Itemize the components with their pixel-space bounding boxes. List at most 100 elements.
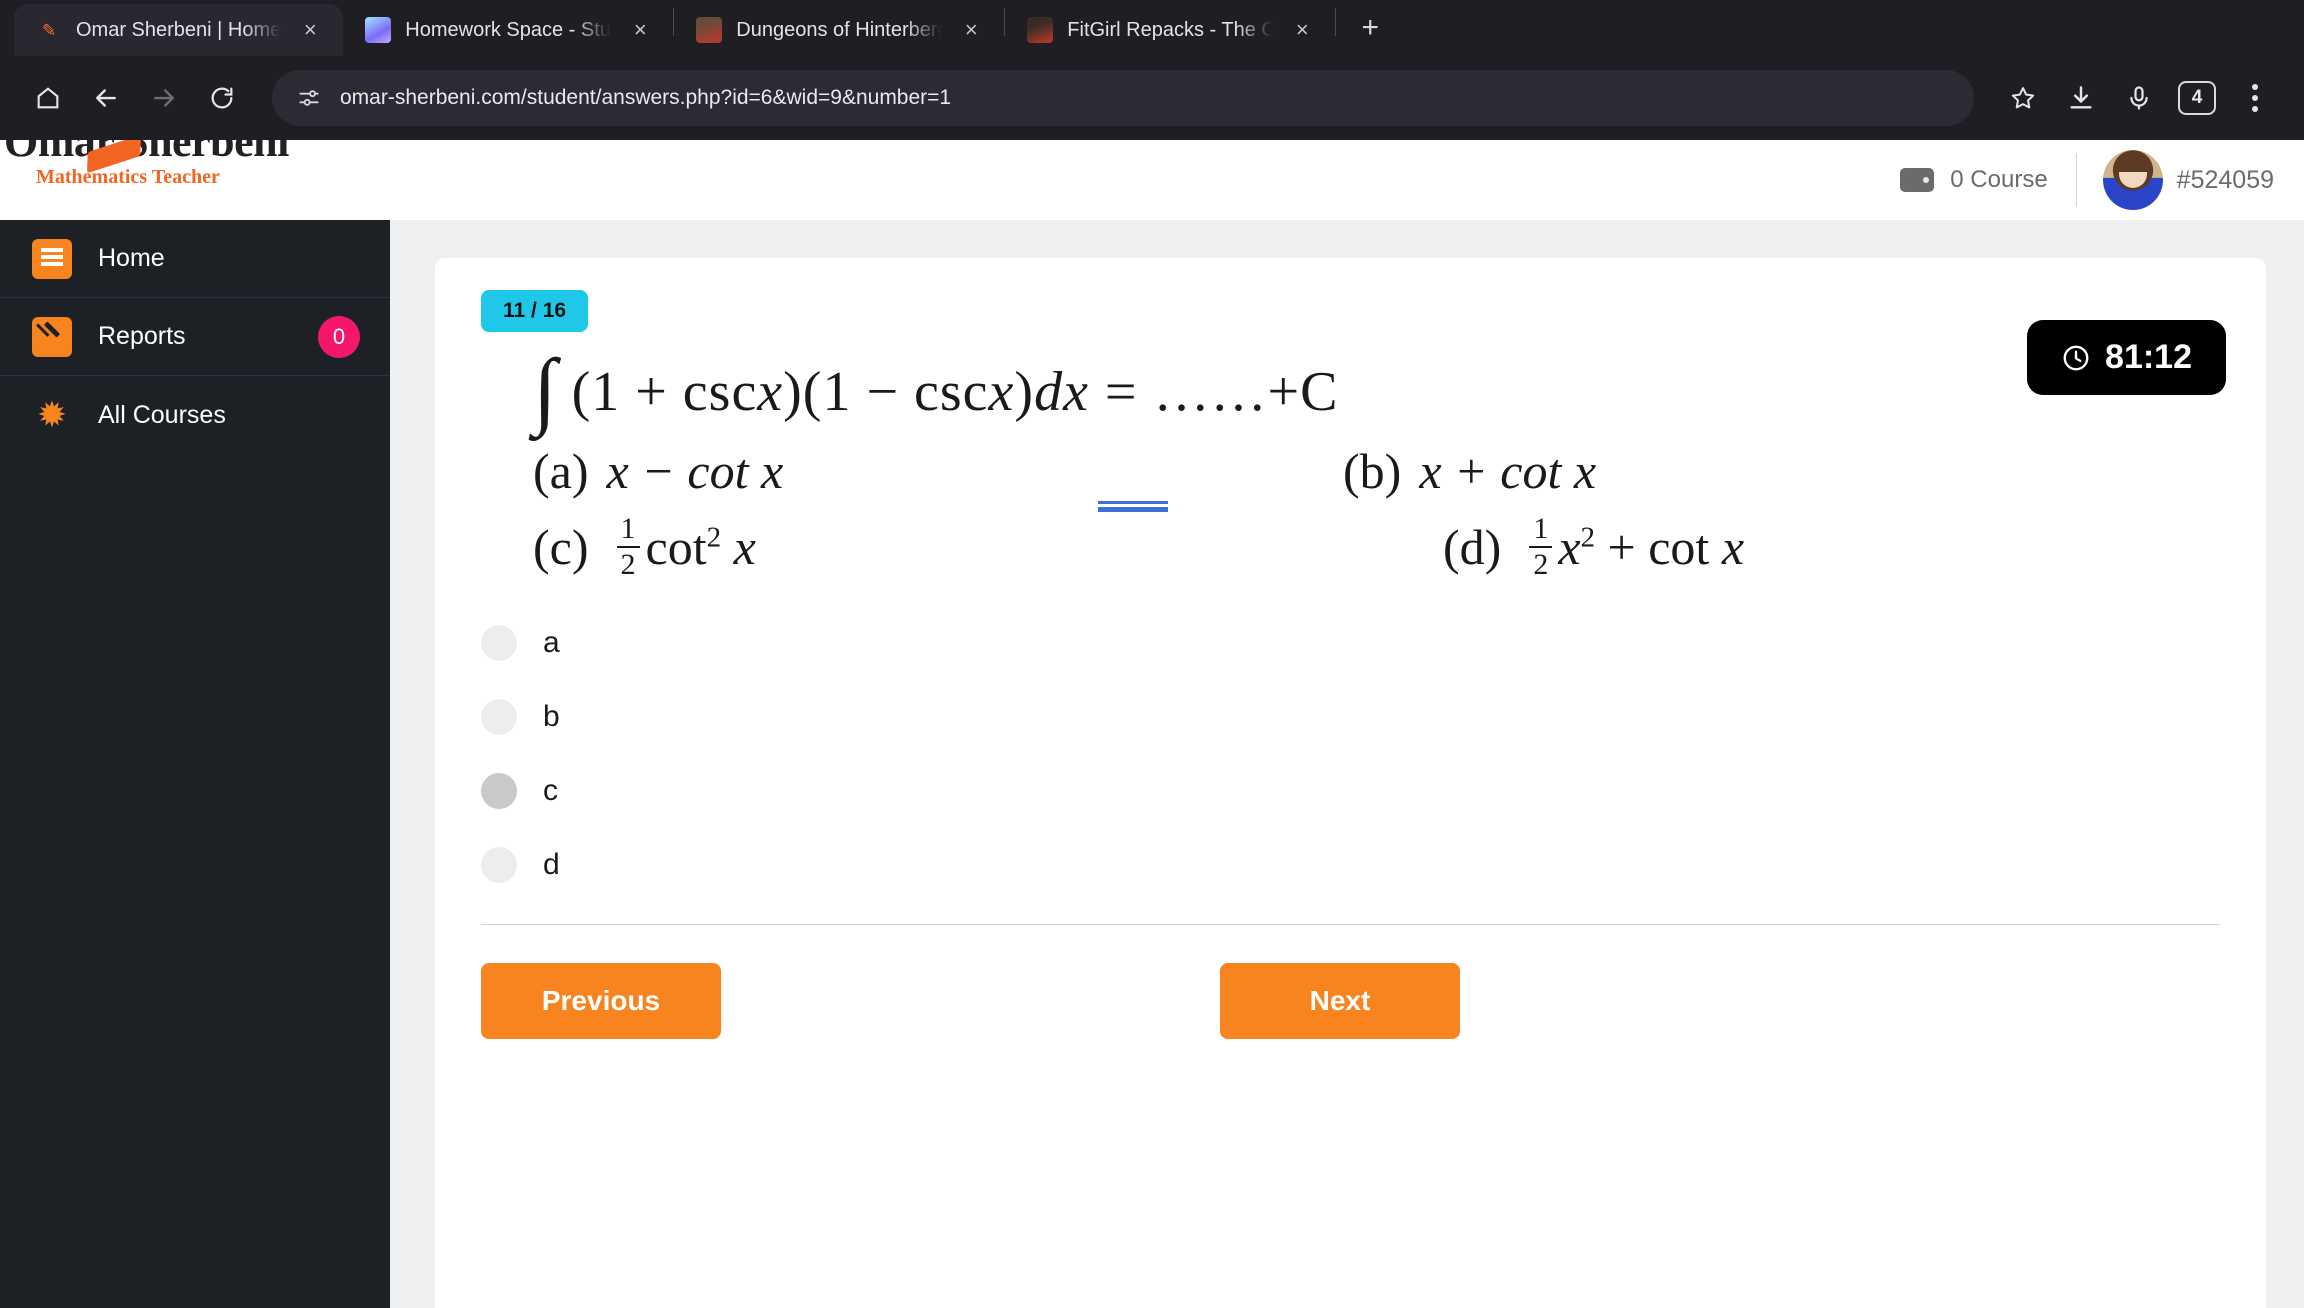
expr-answer-blank: ……+C [1153, 361, 1339, 423]
reload-icon[interactable] [196, 72, 248, 124]
answer-option-label: d [543, 848, 560, 881]
browser-tab-4[interactable]: FitGirl Repacks - The ONLY × [1005, 4, 1335, 56]
clock-icon [2061, 343, 2091, 373]
profile-count: 4 [2178, 81, 2216, 115]
choice-b-text: x + cot x [1419, 443, 1597, 499]
site-header: Omar Sherbeni Mathematics Teacher 0 Cour… [0, 140, 2304, 220]
timer-value: 81:12 [2105, 338, 2192, 376]
tab-title: FitGirl Repacks - The ONLY [1067, 18, 1274, 41]
back-arrow-icon[interactable] [80, 72, 132, 124]
question-choice-row-cd: (c) 1 2 cot2 x (d) 1 2 x2 + cot x [533, 514, 2220, 580]
three-dot-menu-icon[interactable] [2228, 71, 2282, 125]
forward-arrow-icon[interactable] [138, 72, 190, 124]
microphone-icon[interactable] [2112, 71, 2166, 125]
choice-b-tag: (b) [1343, 443, 1402, 499]
tab-close-button[interactable]: × [295, 15, 325, 45]
quiz-navigation: Previous Next [481, 963, 2220, 1039]
sidebar-item-all-courses[interactable]: ✹ All Courses [0, 376, 390, 454]
browser-chrome: ✎ Omar Sherbeni | Home × Homework Space … [0, 0, 2304, 140]
pencil-icon [32, 316, 72, 357]
choice-d-fraction: 1 2 [1529, 514, 1553, 581]
expr-var-2: x [988, 361, 1015, 423]
previous-button[interactable]: Previous [481, 963, 721, 1039]
fitgirl-favicon [1027, 17, 1054, 43]
brand-tagline: Mathematics Teacher [36, 166, 220, 188]
answer-option-d[interactable]: d [481, 828, 2220, 902]
blue-underline-mark [1098, 501, 1168, 512]
home-icon[interactable] [22, 72, 74, 124]
site-logo[interactable]: Omar Sherbeni Mathematics Teacher [0, 140, 420, 220]
address-bar[interactable]: omar-sherbeni.com/student/answers.php?id… [272, 70, 1974, 126]
radio-button[interactable] [481, 847, 517, 883]
answer-option-label: b [543, 700, 560, 733]
sidebar-item-reports[interactable]: Reports 0 [0, 298, 390, 376]
question-choice-c: (c) 1 2 cot2 x [533, 514, 1253, 580]
tab-strip: ✎ Omar Sherbeni | Home × Homework Space … [0, 0, 2304, 56]
download-icon[interactable] [2054, 71, 2108, 125]
sidebar-item-label: Reports [98, 322, 186, 350]
tab-close-button[interactable]: × [956, 15, 986, 45]
toolbar-actions: 4 [1996, 71, 2282, 125]
user-id-label: #524059 [2176, 165, 2274, 194]
answer-option-a[interactable]: a [481, 606, 2220, 680]
browser-tab-3[interactable]: Dungeons of Hinterberg - v × [674, 4, 1004, 56]
course-count-label: 0 Course [1950, 166, 2048, 193]
url-text: omar-sherbeni.com/student/answers.php?id… [340, 86, 952, 109]
quiz-card: 11 / 16 81:12 ∫ (1 + csc x )(1 − csc x)… [435, 258, 2266, 1308]
site-info-icon[interactable] [296, 85, 322, 111]
sidebar-item-home[interactable]: Home [0, 220, 390, 298]
tab-title: Dungeons of Hinterberg - v [736, 18, 943, 41]
page-content: Omar Sherbeni Mathematics Teacher 0 Cour… [0, 140, 2304, 1308]
answer-option-b[interactable]: b [481, 680, 2220, 754]
fraction-numerator: 1 [616, 514, 640, 548]
dungeon-favicon [696, 17, 723, 43]
starburst-icon: ✹ [36, 394, 68, 435]
tab-close-button[interactable]: × [1287, 15, 1317, 45]
choice-d-body: x2 + cot x [1558, 519, 1745, 575]
sidebar: Home Reports 0 ✹ All Courses [0, 220, 390, 1308]
expr-close-1: )(1 − csc [783, 361, 989, 423]
choice-d-tag: (d) [1443, 519, 1502, 575]
answer-option-label: a [543, 626, 560, 659]
choice-c-body: cot2 x [645, 519, 756, 575]
answer-options-list: a b c d [481, 606, 2220, 902]
question-image: ∫ (1 + csc x )(1 − csc x ) dx = ……+C (a) [533, 341, 2220, 580]
studyx-favicon [365, 17, 392, 43]
avatar[interactable] [2102, 150, 2163, 210]
timer-pill: 81:12 [2027, 320, 2226, 395]
tab-title: Omar Sherbeni | Home [76, 18, 282, 41]
question-choice-row-ab: (a) x − cot x (b) x + cot x [533, 442, 2220, 512]
fraction-denominator: 2 [620, 548, 636, 581]
expr-close-2: ) [1014, 361, 1035, 423]
browser-toolbar: omar-sherbeni.com/student/answers.php?id… [0, 56, 2304, 140]
radio-button[interactable] [481, 699, 517, 735]
question-choice-b: (b) x + cot x [1253, 442, 1973, 500]
choice-a-text: x − cot x [606, 443, 784, 499]
course-counter[interactable]: 0 Course [1900, 166, 2075, 194]
wallet-icon [1900, 168, 1935, 192]
radio-button[interactable] [481, 625, 517, 661]
book-icon [32, 238, 72, 279]
next-button[interactable]: Next [1220, 963, 1460, 1039]
card-divider [481, 924, 2220, 925]
answer-option-c[interactable]: c [481, 754, 2220, 828]
tab-close-button[interactable]: × [625, 15, 655, 45]
reports-badge: 0 [318, 315, 360, 358]
choice-a-tag: (a) [533, 443, 589, 499]
profile-button[interactable]: 4 [2170, 71, 2224, 125]
pencil-favicon: ✎ [41, 20, 57, 40]
body-area: Home Reports 0 ✹ All Courses 11 / 16 81:… [0, 220, 2304, 1308]
integral-symbol: ∫ [533, 341, 558, 437]
browser-tab-1[interactable]: ✎ Omar Sherbeni | Home × [14, 4, 344, 56]
radio-button[interactable] [481, 773, 517, 809]
question-expression: ∫ (1 + csc x )(1 − csc x ) dx = ……+C [533, 341, 2220, 437]
header-user-area: 0 Course #524059 [1900, 140, 2274, 220]
question-choice-d: (d) 1 2 x2 + cot x [1253, 514, 1973, 580]
tab-title: Homework Space - StudyX [405, 18, 611, 41]
progress-badge: 11 / 16 [481, 290, 589, 332]
new-tab-button[interactable]: + [1348, 6, 1392, 50]
star-icon[interactable] [1996, 71, 2050, 125]
fraction-denominator: 2 [1533, 548, 1549, 581]
sidebar-item-label: All Courses [98, 400, 226, 429]
browser-tab-2[interactable]: Homework Space - StudyX × [343, 4, 673, 56]
